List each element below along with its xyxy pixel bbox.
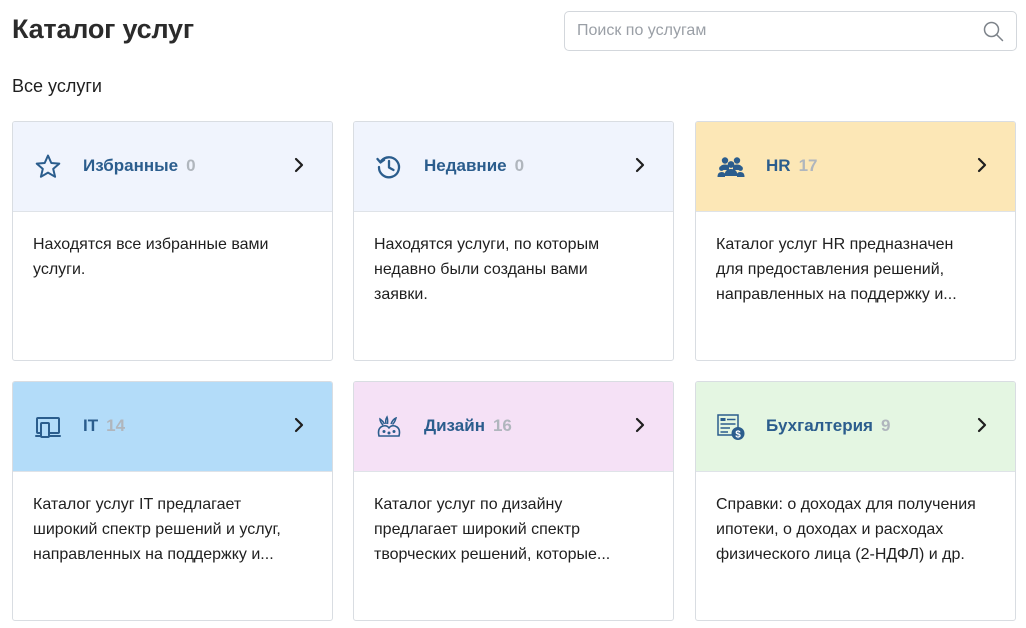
search-input[interactable]: [565, 12, 965, 50]
card-title-text: IT: [83, 416, 99, 435]
card-recent[interactable]: Недавние 0 Находятся услуги, по которым н…: [353, 121, 674, 361]
people-icon: [716, 152, 746, 182]
card-favorites[interactable]: Избранные 0 Находятся все избранные вами …: [12, 121, 333, 361]
card-description: Каталог услуг IT предлагает широкий спек…: [33, 496, 281, 563]
card-count: 14: [106, 416, 126, 435]
card-title: Бухгалтерия 9: [766, 416, 890, 436]
card-count: 16: [492, 416, 512, 435]
card-header[interactable]: IT 14: [13, 382, 332, 472]
card-header[interactable]: Дизайн 16: [354, 382, 673, 472]
card-description: Находятся все избранные вами услуги.: [33, 236, 269, 278]
card-title-text: Избранные: [83, 156, 179, 175]
chevron-right-icon[interactable]: [977, 417, 987, 433]
chevron-right-icon[interactable]: [977, 157, 987, 173]
accounting-icon: $: [716, 412, 746, 442]
card-it[interactable]: IT 14 Каталог услуг IT предлагает широкий…: [12, 381, 333, 621]
card-title: IT 14: [83, 416, 125, 436]
chevron-right-icon[interactable]: [635, 157, 645, 173]
card-title-text: Недавние: [424, 156, 507, 175]
card-description: Каталог услуг HR предназначен для предос…: [716, 236, 957, 303]
card-title-text: Дизайн: [424, 416, 485, 435]
star-icon: [33, 152, 63, 182]
search-box[interactable]: [564, 11, 1017, 51]
page-title: Каталог услуг: [12, 14, 194, 44]
chevron-right-icon[interactable]: [635, 417, 645, 433]
history-icon: [374, 152, 404, 182]
chevron-right-icon[interactable]: [294, 417, 304, 433]
card-header[interactable]: HR 17: [696, 122, 1015, 212]
card-design[interactable]: Дизайн 16 Каталог услуг по дизайну предла…: [353, 381, 674, 621]
card-description: Находятся услуги, по которым недавно был…: [374, 236, 600, 303]
card-header[interactable]: Недавние 0: [354, 122, 673, 212]
palette-icon: [374, 412, 404, 442]
card-title: Дизайн 16: [424, 416, 512, 436]
card-title: Избранные 0: [83, 156, 196, 176]
card-header[interactable]: $ Бухгалтерия 9: [696, 382, 1015, 472]
card-header[interactable]: Избранные 0: [13, 122, 332, 212]
card-count: 0: [514, 156, 525, 175]
devices-icon: [33, 412, 63, 442]
card-accounting[interactable]: $ Бухгалтерия 9 Справки: о доходах для по…: [695, 381, 1016, 621]
card-count: 9: [880, 416, 891, 435]
card-description: Справки: о доходах для получения ипотеки…: [716, 496, 976, 563]
card-title-text: HR: [766, 156, 791, 175]
card-title: Недавние 0: [424, 156, 524, 176]
svg-text:$: $: [735, 430, 741, 441]
section-title: Все услуги: [12, 76, 102, 96]
chevron-right-icon[interactable]: [294, 157, 304, 173]
card-count: 17: [798, 156, 818, 175]
card-title: HR 17: [766, 156, 817, 176]
card-count: 0: [186, 156, 196, 175]
card-hr[interactable]: HR 17 Каталог услуг HR предназначен для п…: [695, 121, 1016, 361]
card-title-text: Бухгалтерия: [766, 416, 873, 435]
card-description: Каталог услуг по дизайну предлагает широ…: [374, 496, 611, 563]
service-catalog-page: Каталог услуг Все услуги Избранные 0 Нахо…: [0, 0, 1026, 628]
search-icon[interactable]: [983, 21, 1004, 42]
